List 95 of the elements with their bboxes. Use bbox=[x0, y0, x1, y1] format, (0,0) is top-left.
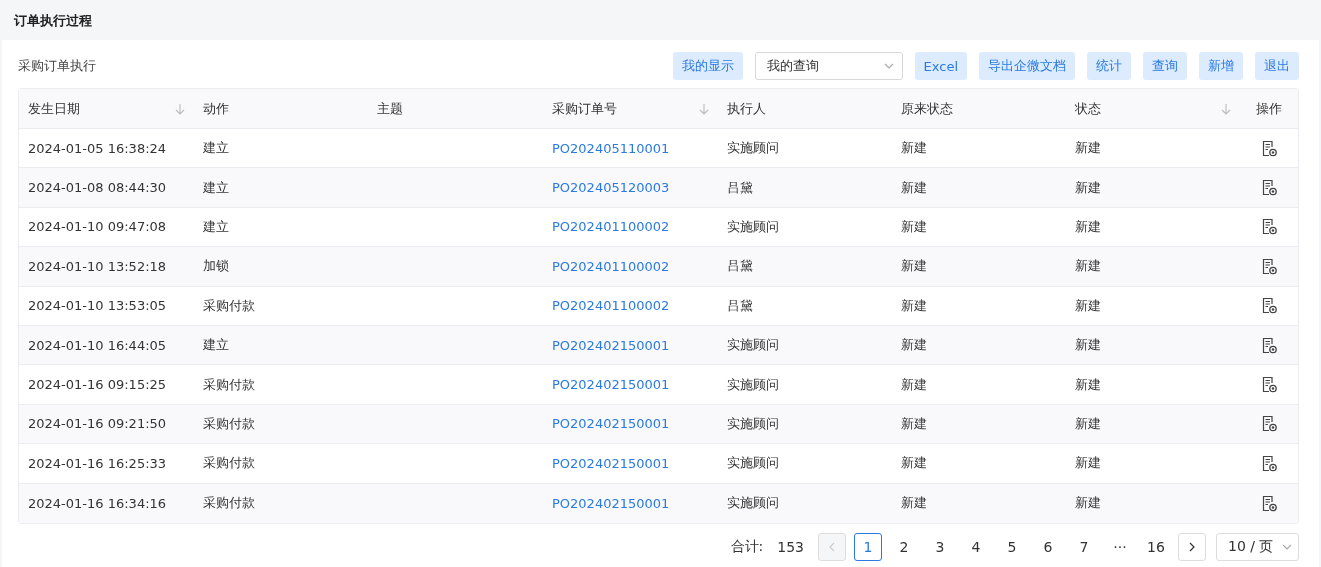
document-view-icon[interactable] bbox=[1260, 376, 1278, 394]
order-link[interactable]: PO202401100002 bbox=[543, 219, 718, 235]
order-link[interactable]: PO202402150001 bbox=[543, 455, 718, 471]
total-count: 153 bbox=[777, 538, 804, 555]
column-header: 操作 bbox=[1256, 99, 1282, 118]
table-cell-text: 新建 bbox=[900, 217, 928, 236]
toolbar-button[interactable]: Excel bbox=[914, 52, 967, 80]
table-cell-text: 新建 bbox=[900, 257, 928, 276]
table-cell-text: 新建 bbox=[1074, 494, 1102, 513]
table-cell-text: 建立 bbox=[202, 139, 230, 158]
table-cell-text: 吕黛 bbox=[726, 257, 754, 276]
column-header: 状态 bbox=[1075, 99, 1101, 118]
column-header: 主题 bbox=[377, 99, 403, 118]
order-link[interactable]: PO202402150001 bbox=[543, 377, 718, 393]
column-header: 动作 bbox=[203, 99, 229, 118]
table-cell-text: 采购付款 bbox=[202, 414, 256, 433]
table-cell-text: 新建 bbox=[900, 139, 928, 158]
toolbar-button[interactable]: 导出企微文档 bbox=[979, 52, 1075, 80]
chevron-right-icon bbox=[1187, 541, 1197, 552]
table-cell-text: 2024-01-10 13:52:18 bbox=[27, 258, 168, 274]
order-link[interactable]: PO202401100002 bbox=[543, 258, 718, 274]
table-cell-text: 加锁 bbox=[202, 257, 230, 276]
column-header: 执行人 bbox=[727, 99, 766, 118]
toolbar-button[interactable]: 新增 bbox=[1199, 52, 1243, 80]
table-cell-text: 实施顾问 bbox=[726, 414, 780, 433]
document-view-icon[interactable] bbox=[1260, 494, 1278, 512]
document-view-icon[interactable] bbox=[1260, 257, 1278, 275]
table-cell-text: 2024-01-16 09:21:50 bbox=[27, 416, 168, 432]
table-cell-text: 新建 bbox=[900, 454, 928, 473]
panel-title: 采购订单执行 bbox=[18, 57, 96, 75]
order-link[interactable]: PO202401100002 bbox=[543, 298, 718, 314]
table-cell-text: 2024-01-16 16:25:33 bbox=[27, 455, 168, 471]
table-cell-text: 实施顾问 bbox=[726, 217, 780, 236]
page-title: 订单执行过程 bbox=[13, 12, 93, 30]
table-cell-text: 实施顾问 bbox=[726, 454, 780, 473]
table-cell-text: 2024-01-10 09:47:08 bbox=[27, 219, 168, 235]
table-cell-text: 采购付款 bbox=[202, 296, 256, 315]
table-cell-text: 新建 bbox=[1074, 257, 1102, 276]
table-cell-text: 采购付款 bbox=[202, 375, 256, 394]
document-view-icon[interactable] bbox=[1260, 336, 1278, 354]
table-cell-text: 实施顾问 bbox=[726, 336, 780, 355]
table-cell-text: 2024-01-10 16:44:05 bbox=[27, 337, 168, 353]
document-view-icon[interactable] bbox=[1260, 454, 1278, 472]
chevron-left-icon bbox=[827, 541, 837, 552]
document-view-icon[interactable] bbox=[1260, 179, 1278, 197]
query-select[interactable]: 我的查询 bbox=[754, 52, 903, 80]
column-header: 发生日期 bbox=[28, 99, 80, 118]
table-cell-text: 新建 bbox=[1074, 414, 1102, 433]
table-cell-text: 新建 bbox=[900, 296, 928, 315]
table-cell-text: 建立 bbox=[202, 336, 230, 355]
table-cell-text: 新建 bbox=[900, 336, 928, 355]
document-view-icon[interactable] bbox=[1260, 139, 1278, 157]
toolbar-button[interactable]: 我的显示 bbox=[672, 52, 743, 80]
order-link[interactable]: PO202402150001 bbox=[543, 416, 718, 432]
table-cell-text: 新建 bbox=[1074, 296, 1102, 315]
table-cell-text: 新建 bbox=[900, 178, 928, 197]
column-header: 原来状态 bbox=[901, 99, 953, 118]
order-link[interactable]: PO202402150001 bbox=[543, 337, 718, 353]
table-cell-text: 2024-01-05 16:38:24 bbox=[27, 140, 168, 156]
table-cell-text: 采购付款 bbox=[202, 494, 256, 513]
page-size-select[interactable]: 10 / 页 bbox=[1216, 532, 1299, 561]
order-link[interactable]: PO202405110001 bbox=[543, 140, 718, 156]
table-cell-text: 建立 bbox=[202, 217, 230, 236]
column-header: 采购订单号 bbox=[552, 99, 617, 118]
table-cell-text: 实施顾问 bbox=[726, 494, 780, 513]
table-cell-text: 新建 bbox=[1074, 454, 1102, 473]
table-cell-text: 新建 bbox=[1074, 375, 1102, 394]
table-cell-text: 吕黛 bbox=[726, 178, 754, 197]
table-cell-text: 吕黛 bbox=[726, 296, 754, 315]
toolbar-button[interactable]: 退出 bbox=[1255, 52, 1299, 80]
table-cell-text: 新建 bbox=[900, 494, 928, 513]
table-cell-text: 2024-01-16 16:34:16 bbox=[27, 495, 168, 511]
document-view-icon[interactable] bbox=[1260, 218, 1278, 236]
table-cell-text: 新建 bbox=[900, 414, 928, 433]
table-cell-text: 新建 bbox=[1074, 217, 1102, 236]
table-cell-text: 2024-01-08 08:44:30 bbox=[27, 180, 168, 196]
table-cell-text: 实施顾问 bbox=[726, 139, 780, 158]
table-cell-text: 2024-01-16 09:15:25 bbox=[27, 377, 168, 393]
table-cell-text: 新建 bbox=[900, 375, 928, 394]
table-cell-text: 新建 bbox=[1074, 336, 1102, 355]
order-link[interactable]: PO202405120003 bbox=[543, 180, 718, 196]
table-cell-text: 采购付款 bbox=[202, 454, 256, 473]
table-cell-text: 新建 bbox=[1074, 139, 1102, 158]
order-link[interactable]: PO202402150001 bbox=[543, 495, 718, 511]
chevron-down-icon bbox=[883, 61, 894, 71]
toolbar-button[interactable]: 查询 bbox=[1143, 52, 1187, 80]
table-cell-text: 实施顾问 bbox=[726, 375, 780, 394]
toolbar-button[interactable]: 统计 bbox=[1087, 52, 1131, 80]
page-button[interactable]: 1 bbox=[854, 532, 882, 561]
table-cell-text: 建立 bbox=[202, 178, 230, 197]
document-view-icon[interactable] bbox=[1260, 297, 1278, 315]
table-cell-text: 新建 bbox=[1074, 178, 1102, 197]
total-label: 合计: bbox=[730, 537, 764, 556]
table-cell-text: 2024-01-10 13:53:05 bbox=[27, 298, 168, 314]
document-view-icon[interactable] bbox=[1260, 415, 1278, 433]
